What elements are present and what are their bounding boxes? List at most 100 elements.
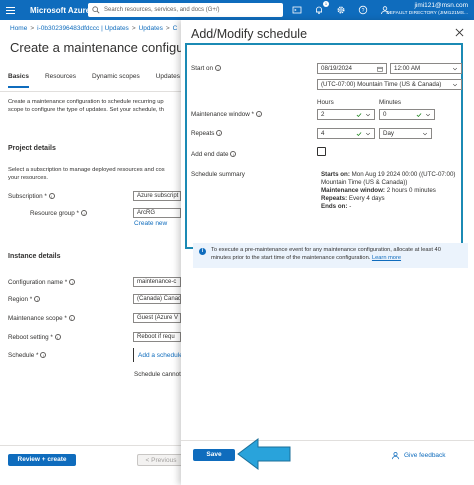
info-icon[interactable]: i [256,111,263,118]
cloud-shell-icon[interactable] [290,3,304,17]
minutes-select[interactable]: 0 [379,109,435,120]
info-icon[interactable]: i [54,334,61,341]
tabs-divider [0,91,181,92]
start-date-value: 08/19/2024 [321,65,352,72]
info-icon[interactable]: i [69,279,76,286]
maintenance-window-label-text: Maintenance window * [191,111,255,118]
maintenance-scope-select[interactable]: Guest (Azure V [133,313,181,323]
description-line: scope to configure the type of updates. … [8,107,164,113]
info-icon[interactable]: i [215,65,222,72]
summary-ends-label: Ends on: [321,203,348,210]
tab-updates[interactable]: Updates [156,73,180,88]
help-icon[interactable]: ? [356,3,370,17]
info-text-line: To execute a pre-maintenance event for a… [211,247,441,253]
info-text-line: minutes prior to the start time of the m… [211,255,371,261]
gear-icon[interactable] [334,3,348,17]
pre-maintenance-info-banner: i To execute a pre-maintenance event for… [193,243,468,268]
add-schedule-link[interactable]: Add a schedule [138,352,183,359]
reboot-setting-label: Reboot setting * i [8,334,61,341]
configuration-name-input[interactable]: maintenance-c [133,277,181,287]
tab-resources[interactable]: Resources [45,73,76,88]
summary-repeats-value: Every 4 days [348,195,385,202]
learn-more-link[interactable]: Learn more [372,255,401,261]
checkmark-icon [356,132,362,137]
schedule-summary: Starts on: Mon Aug 19 2024 00:00 ((UTC-0… [321,171,456,211]
repeats-count-select[interactable]: 4 [317,128,375,139]
add-end-date-checkbox[interactable] [317,147,326,156]
instance-details-heading: Instance details [8,253,61,260]
panel-footer-divider [181,440,474,441]
account-directory: DEFAULT DIRECTORY (JIMI121MS... [386,11,468,16]
breadcrumb: Home > i-0b302396483dfdccc | Updates > Updat… [10,25,178,32]
search-input[interactable]: Search resources, services, and docs (G+… [88,3,283,17]
configuration-name-label-text: Configuration name * [8,279,68,286]
start-time-value: 12:00 AM [394,65,421,72]
project-details-heading: Project details [8,145,56,152]
top-bar: Microsoft Azure Search resources, servic… [0,0,474,20]
start-date-input[interactable]: 08/19/2024 [317,63,387,74]
account-menu[interactable]: jimi121@msn.com DEFAULT DIRECTORY (JIMI1… [386,2,468,18]
repeats-count-value: 4 [321,130,325,137]
breadcrumb-vm[interactable]: i-0b302396483dfdccc | Updates [37,25,129,32]
start-on-label-text: Start on [191,65,214,72]
schedule-indicator [133,348,134,362]
project-details-description: Select a subscription to manage deployed… [8,166,181,182]
region-select[interactable]: (Canada) Canad [133,294,181,304]
info-icon[interactable]: i [40,352,47,359]
svg-text:?: ? [362,8,365,14]
timezone-value: (UTC-07:00) Mountain Time (US & Canada) [321,81,442,88]
breadcrumb-home[interactable]: Home [10,25,27,32]
brand-title[interactable]: Microsoft Azure [30,6,90,15]
info-icon[interactable]: i [81,210,88,217]
calendar-icon[interactable] [377,66,383,72]
add-modify-schedule-panel: Add/Modify schedule Start on i 08/19/2024… [181,20,474,485]
hours-select[interactable]: 2 [317,109,375,120]
summary-starts-value: Mon Aug 19 2024 00:00 ((UTC-07:00) [351,171,456,178]
give-feedback-link[interactable]: Give feedback [391,451,446,460]
close-icon[interactable] [455,28,464,37]
notification-badge: 1 [323,1,329,7]
breadcrumb-current[interactable]: C [173,25,178,32]
resource-group-select[interactable]: ArcRG [133,208,181,218]
info-banner-text: To execute a pre-maintenance event for a… [211,246,464,262]
description-line: Create a maintenance configuration to sc… [8,99,164,105]
repeats-unit-select[interactable]: Day [379,128,432,139]
region-label: Region * i [8,296,41,303]
chevron-down-icon [423,132,427,136]
hours-label: Hours [317,99,334,106]
chevron-down-icon [453,67,457,71]
reboot-setting-select[interactable]: Reboot if requ [133,332,181,342]
info-icon[interactable]: i [216,130,223,137]
info-icon[interactable]: i [34,296,41,303]
account-email: jimi121@msn.com [414,2,468,9]
summary-window-label: Maintenance window: [321,187,385,194]
info-icon[interactable]: i [230,151,237,158]
info-icon[interactable]: i [48,193,55,200]
review-create-button[interactable]: Review + create [8,454,76,466]
feedback-icon [391,452,400,460]
description-line: your resources. [8,175,48,181]
panel-title: Add/Modify schedule [191,27,308,41]
bell-icon[interactable]: 1 [312,1,329,17]
chevron-down-icon [426,113,430,117]
configuration-name-label: Configuration name * i [8,279,76,286]
resource-group-label: Resource group * i [30,210,88,217]
info-icon[interactable]: i [68,315,75,322]
maintenance-scope-label: Maintenance scope * i [8,315,75,322]
schedule-label: Schedule * i [8,352,47,359]
add-end-date-label-text: Add end date [191,151,229,158]
save-button[interactable]: Save [193,449,235,461]
menu-icon[interactable] [0,0,20,20]
subscription-select[interactable]: Azure subscript [133,191,181,201]
annotation-arrow-icon [237,438,291,470]
repeats-label-text: Repeats [191,130,215,137]
tab-dynamic-scopes[interactable]: Dynamic scopes [92,73,140,88]
tab-basics[interactable]: Basics [8,73,29,88]
breadcrumb-updates[interactable]: Updates [139,25,163,32]
start-time-input[interactable]: 12:00 AM [390,63,462,74]
subscription-label-text: Subscription * [8,193,47,200]
previous-button[interactable]: < Previous [137,454,185,466]
hours-value: 2 [321,111,325,118]
timezone-select[interactable]: (UTC-07:00) Mountain Time (US & Canada) [317,79,462,90]
create-new-link[interactable]: Create new [134,220,167,227]
